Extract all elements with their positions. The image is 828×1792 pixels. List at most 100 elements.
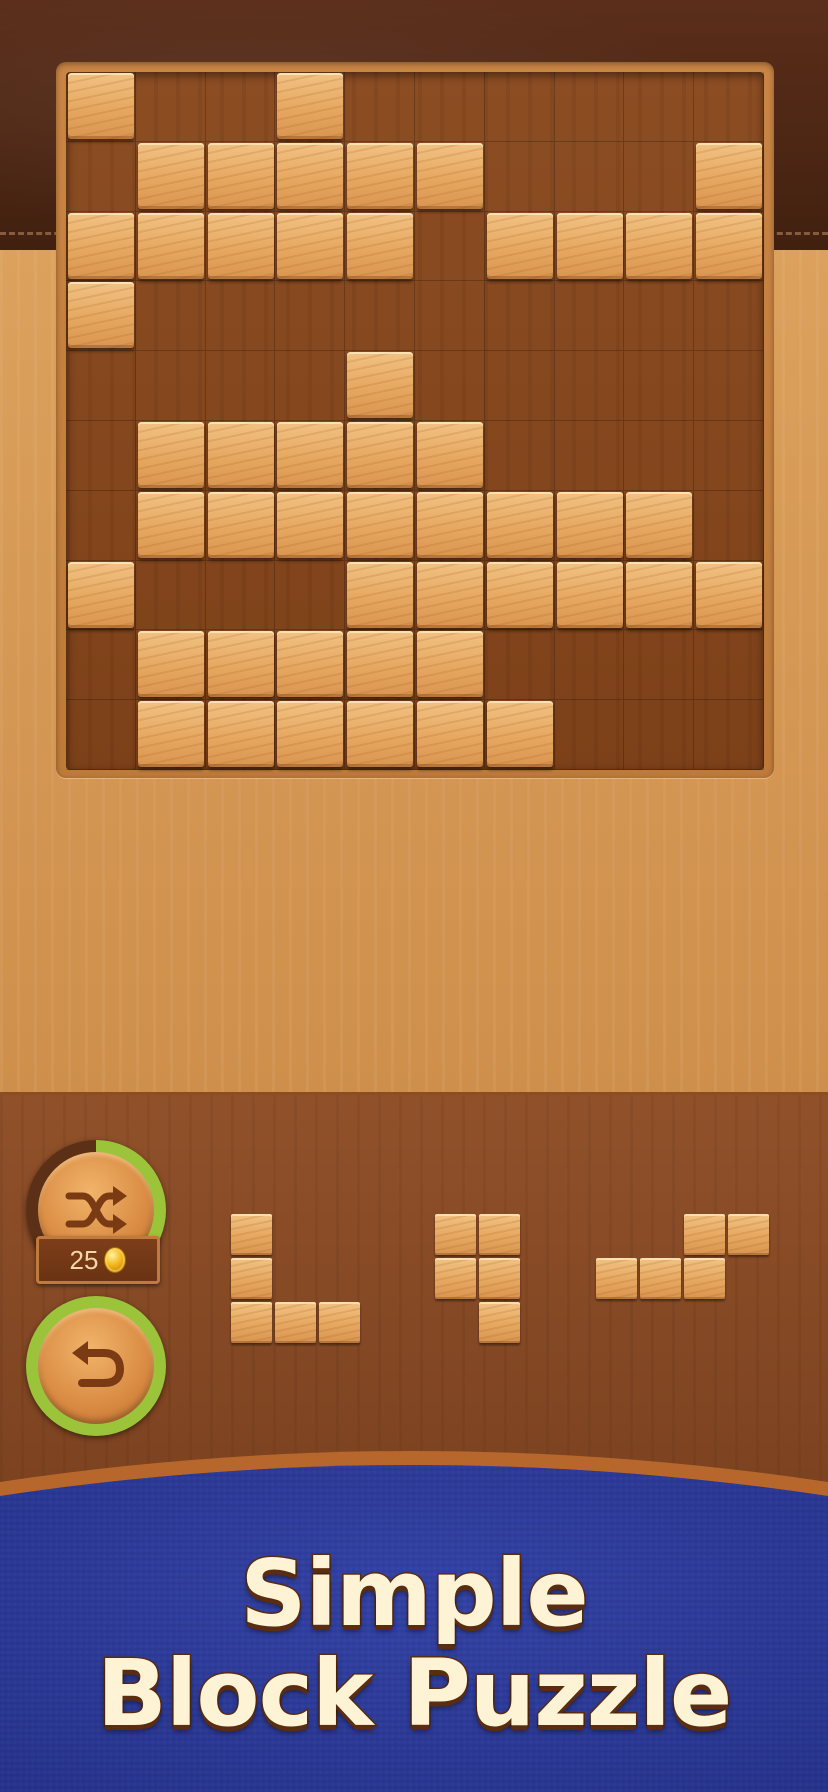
undo-icon — [72, 1341, 124, 1387]
placed-block — [626, 561, 693, 628]
placed-block — [68, 73, 134, 139]
piece-block — [479, 1258, 520, 1299]
board-cell[interactable] — [554, 72, 625, 142]
board-cell[interactable] — [624, 630, 695, 701]
shuffle-cost: 25 — [69, 1244, 99, 1275]
board-cell[interactable] — [624, 141, 695, 212]
board-cell[interactable] — [554, 141, 625, 212]
board-cell[interactable] — [135, 72, 206, 142]
placed-block — [626, 212, 693, 279]
board-cell[interactable] — [205, 351, 276, 421]
placed-block — [137, 491, 204, 558]
board-cell[interactable] — [66, 490, 136, 561]
board-cell[interactable] — [415, 351, 485, 421]
placed-block — [556, 212, 623, 279]
placed-block — [347, 561, 414, 628]
board-cell[interactable] — [694, 490, 764, 561]
placed-block — [68, 561, 134, 628]
board-cell[interactable] — [66, 630, 136, 701]
board-cell[interactable] — [345, 281, 415, 352]
board-cell[interactable] — [66, 700, 136, 770]
placed-block — [207, 212, 274, 279]
board-cell[interactable] — [415, 72, 485, 142]
board-cell[interactable] — [275, 560, 346, 631]
piece-block — [479, 1214, 520, 1255]
placed-block — [277, 73, 344, 139]
undo-button[interactable] — [38, 1308, 154, 1424]
board-cell[interactable] — [554, 281, 625, 352]
placed-block — [277, 422, 344, 488]
placed-block — [347, 352, 414, 419]
board-cell[interactable] — [554, 630, 625, 701]
board-cell[interactable] — [484, 630, 555, 701]
placed-block — [68, 282, 134, 349]
board-cell[interactable] — [66, 141, 136, 212]
board-cell[interactable] — [205, 560, 276, 631]
placed-block — [137, 142, 204, 209]
board-cell[interactable] — [694, 700, 764, 770]
board-cell[interactable] — [694, 351, 764, 421]
board-cell[interactable] — [135, 351, 206, 421]
placed-block — [207, 701, 274, 768]
placed-block — [137, 631, 204, 698]
placed-block — [626, 491, 693, 558]
board-cell[interactable] — [275, 351, 346, 421]
board-cell[interactable] — [694, 421, 764, 491]
piece-block — [684, 1214, 725, 1255]
placed-block — [207, 142, 274, 209]
board-cell[interactable] — [135, 281, 206, 352]
placed-block — [137, 422, 204, 488]
piece-block — [684, 1258, 725, 1299]
board-cell[interactable] — [135, 560, 206, 631]
placed-block — [137, 212, 204, 279]
board-cell[interactable] — [624, 421, 695, 491]
board-cell[interactable] — [484, 281, 555, 352]
placed-block — [137, 701, 204, 768]
board-cell[interactable] — [484, 141, 555, 212]
board-cell[interactable] — [415, 211, 485, 282]
placed-block — [68, 212, 134, 279]
placed-block — [277, 491, 344, 558]
placed-block — [347, 422, 414, 488]
board-cell[interactable] — [275, 281, 346, 352]
placed-block — [347, 142, 414, 209]
piece-block — [596, 1258, 637, 1299]
placed-block — [347, 491, 414, 558]
placed-block — [486, 212, 553, 279]
board-cell[interactable] — [624, 281, 695, 352]
placed-block — [347, 212, 414, 279]
board-cell[interactable] — [415, 281, 485, 352]
board-cell[interactable] — [66, 421, 136, 491]
board-cell[interactable] — [554, 700, 625, 770]
board-cell[interactable] — [205, 72, 276, 142]
board-cell[interactable] — [484, 72, 555, 142]
board-cell[interactable] — [66, 351, 136, 421]
piece-block — [640, 1258, 681, 1299]
board-cell[interactable] — [554, 351, 625, 421]
title-line-1: Simple — [239, 1539, 590, 1649]
placed-block — [207, 631, 274, 698]
placed-block — [347, 631, 414, 698]
undo-ring — [26, 1296, 166, 1436]
board-cell[interactable] — [624, 700, 695, 770]
title-line-2: Block Puzzle — [95, 1639, 734, 1749]
board-cell[interactable] — [484, 421, 555, 491]
placed-block — [417, 142, 483, 209]
placed-block — [277, 212, 344, 279]
board-cell[interactable] — [694, 72, 764, 142]
board-cell[interactable] — [484, 351, 555, 421]
board-cell[interactable] — [345, 72, 415, 142]
placed-block — [347, 701, 414, 768]
placed-block — [277, 142, 344, 209]
placed-block — [417, 631, 483, 698]
piece-block — [231, 1258, 272, 1299]
board-cell[interactable] — [624, 351, 695, 421]
placed-block — [207, 422, 274, 488]
piece-block — [479, 1302, 520, 1343]
board-cell[interactable] — [694, 281, 764, 352]
board-cell[interactable] — [694, 630, 764, 701]
game-board[interactable] — [66, 72, 764, 770]
board-cell[interactable] — [624, 72, 695, 142]
board-cell[interactable] — [205, 281, 276, 352]
board-cell[interactable] — [554, 421, 625, 491]
